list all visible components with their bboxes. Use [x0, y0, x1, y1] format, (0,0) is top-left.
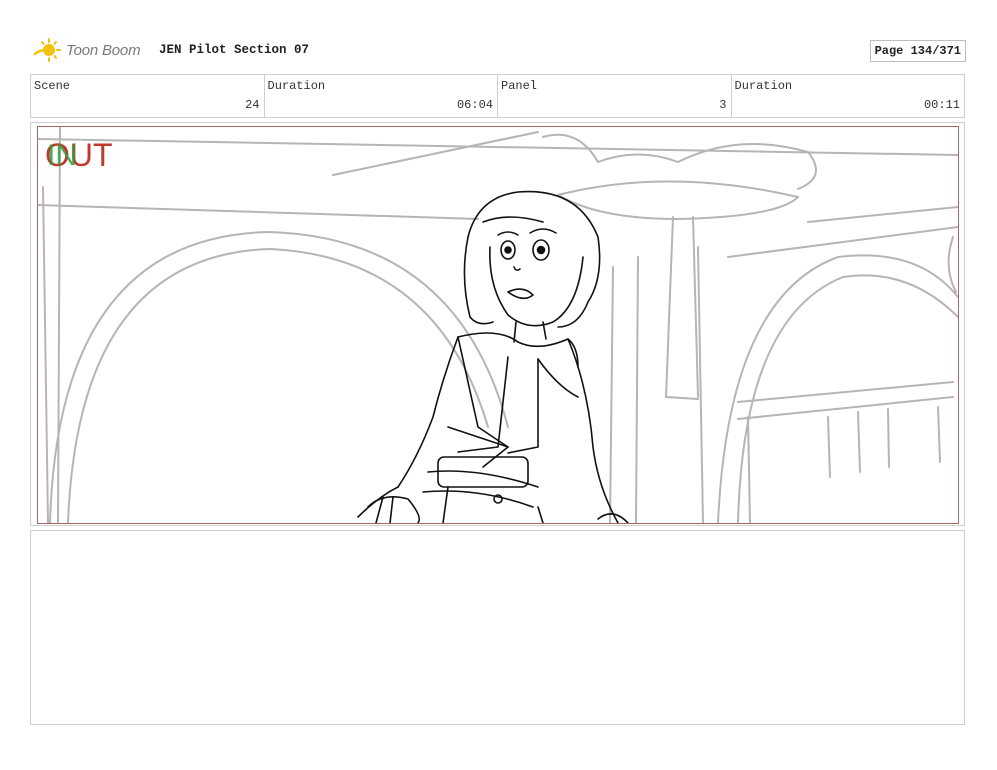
logo-text: Toon Boom — [66, 41, 141, 59]
page-number: Page 134/371 — [869, 40, 966, 62]
panel-cell: Panel 3 — [498, 75, 732, 117]
panel-notes-area[interactable] — [30, 530, 965, 725]
scene-cell: Scene 24 — [31, 75, 265, 117]
project-title: JEN Pilot Section 07 — [159, 43, 310, 57]
panel-duration-label: Duration — [734, 79, 793, 93]
panel-value: 3 — [719, 98, 727, 112]
scene-label: Scene — [34, 79, 71, 93]
in-overlay-label: IN — [47, 139, 77, 172]
storyboard-panel-drawing: OUT IN — [37, 126, 959, 524]
scene-info-row: Scene 24 Duration 06:04 Panel 3 Duration… — [30, 74, 965, 118]
panel-duration-value: 00:11 — [923, 98, 960, 112]
panel-label: Panel — [501, 79, 538, 93]
scene-value: 24 — [245, 98, 260, 112]
sun-logo-icon — [34, 38, 61, 62]
panel-duration-cell: Duration 00:11 — [732, 75, 965, 117]
scene-duration-value: 06:04 — [456, 98, 493, 112]
scene-duration-cell: Duration 06:04 — [265, 75, 498, 117]
page-header: Toon Boom JEN Pilot Section 07 Page 134/… — [34, 36, 966, 66]
toon-boom-logo: Toon Boom — [34, 38, 141, 62]
scene-duration-label: Duration — [267, 79, 326, 93]
sketch-drawing — [38, 127, 958, 523]
